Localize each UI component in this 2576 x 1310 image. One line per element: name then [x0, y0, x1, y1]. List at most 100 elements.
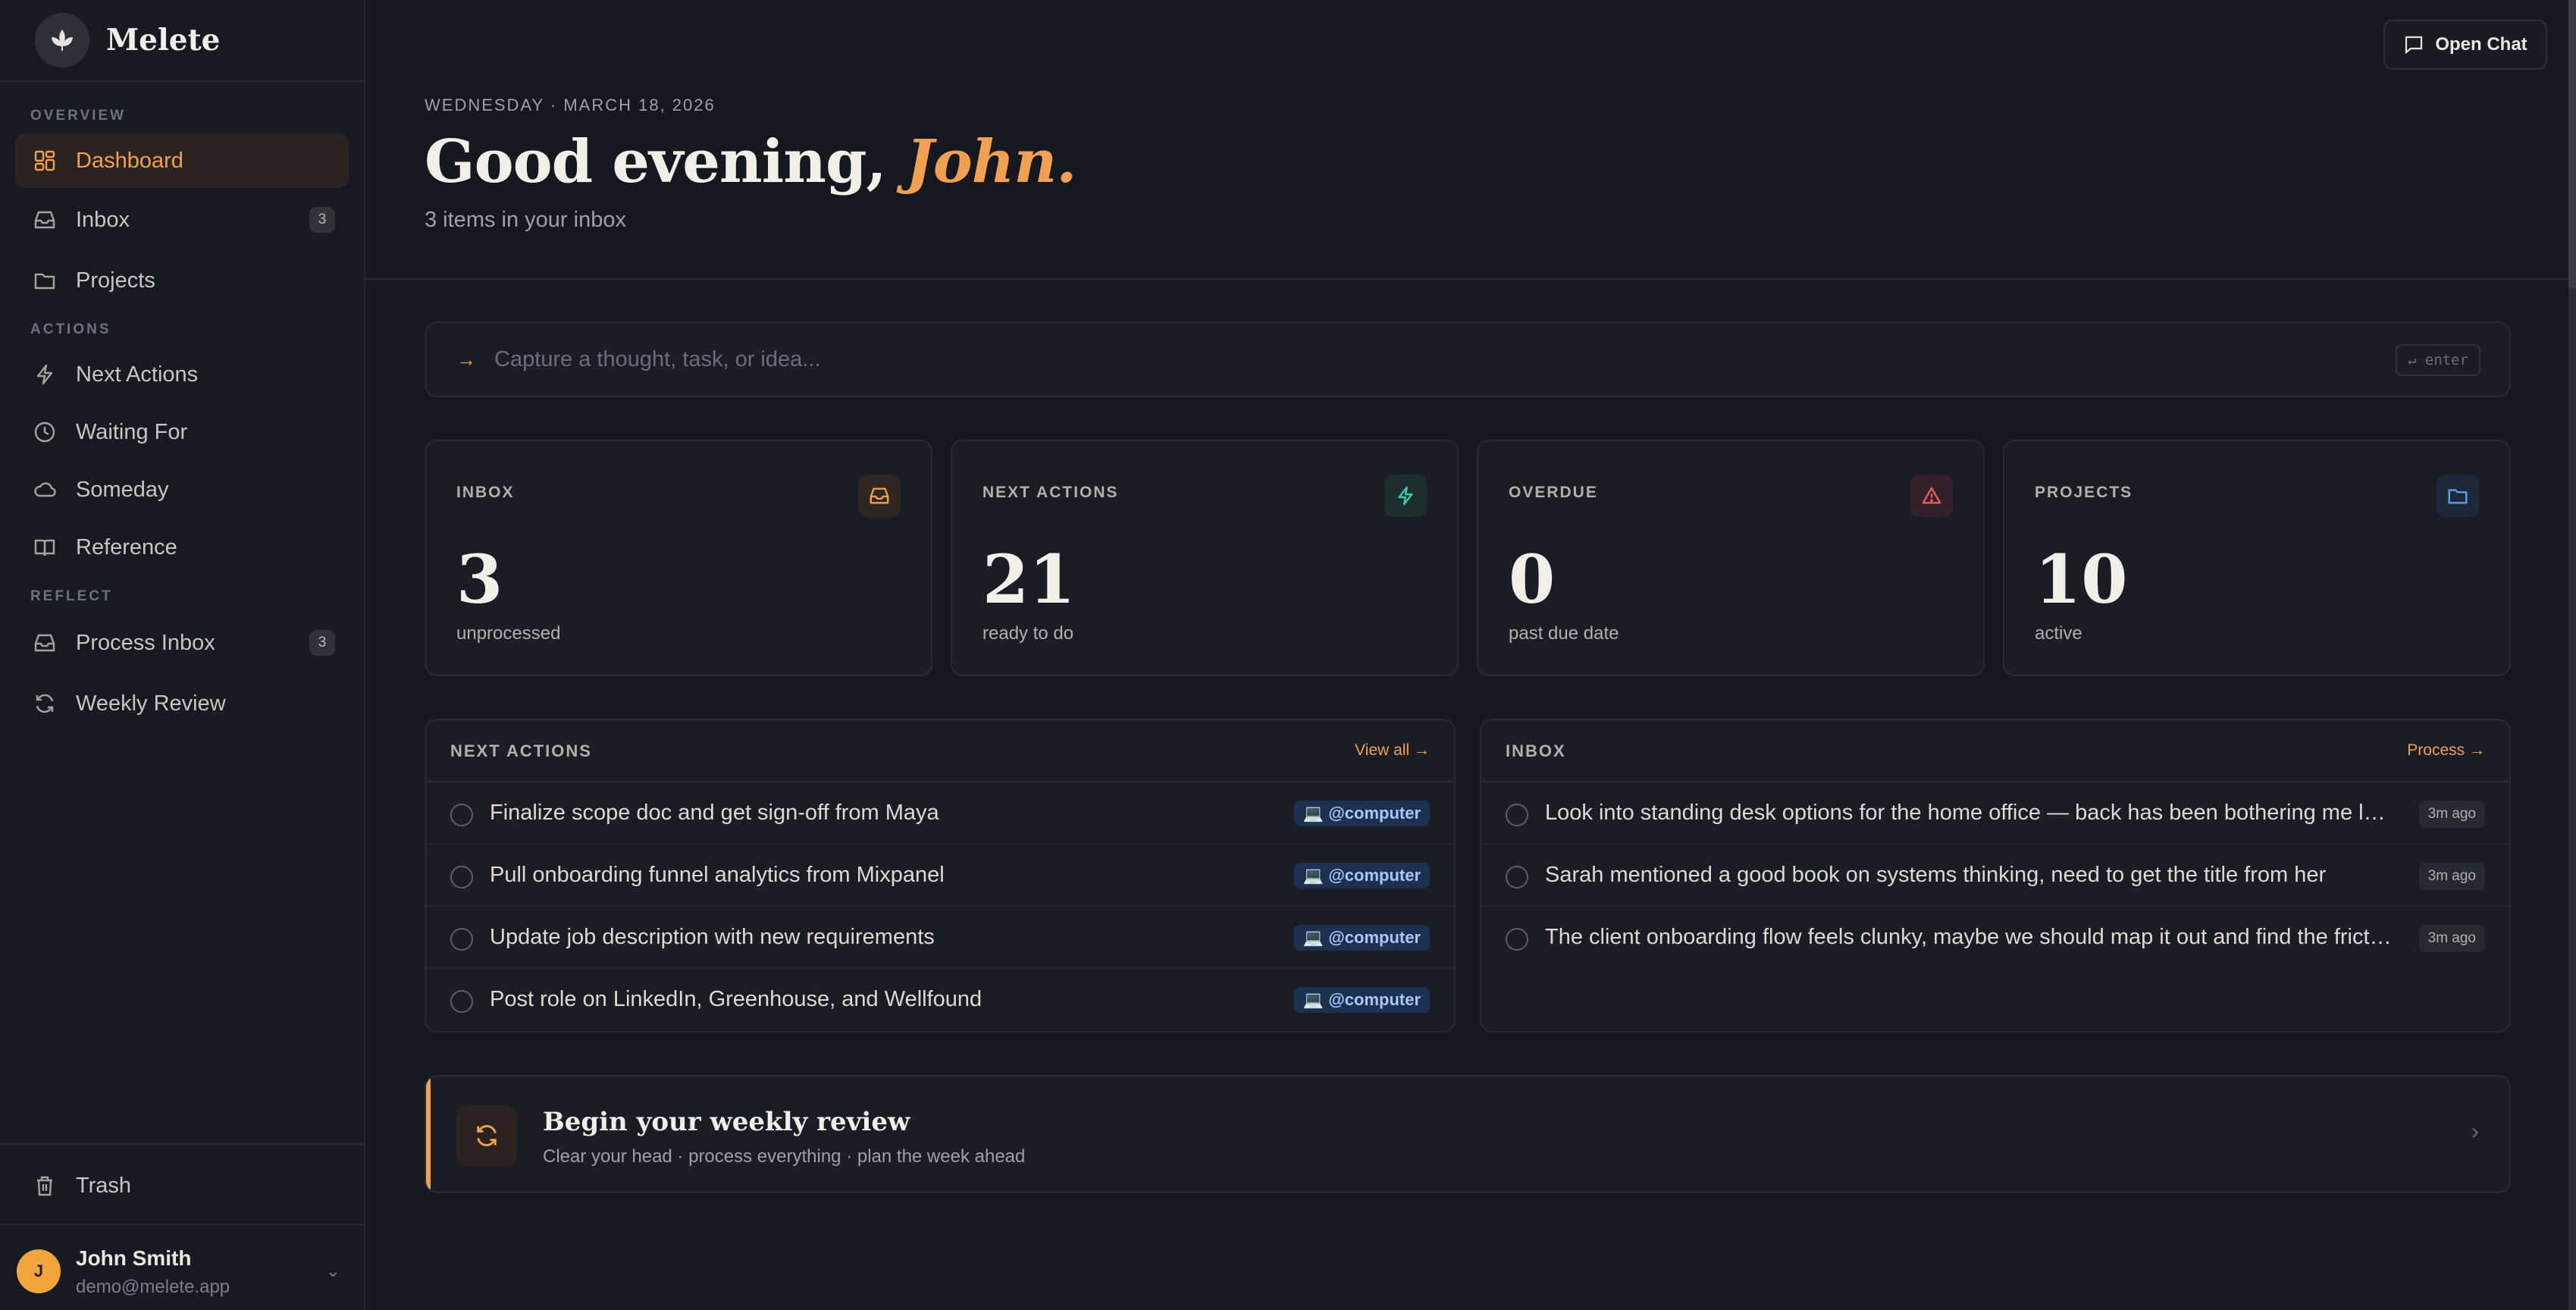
capture-box[interactable]: → ↵ enter [425, 321, 2511, 397]
stat-card-next-actions[interactable]: NEXT ACTIONS 21 ready to do [951, 440, 1459, 676]
section-label-overview: OVERVIEW [30, 108, 127, 124]
sidebar-item-waiting-for[interactable]: Waiting For [15, 405, 349, 459]
sidebar-item-label: Weekly Review [76, 691, 226, 716]
list-item[interactable]: The client onboarding flow feels clunky,… [1481, 907, 2509, 969]
item-checkbox[interactable] [1506, 804, 1528, 826]
next-actions-panel: NEXT ACTIONS View all → Finalize scope d… [425, 719, 1456, 1033]
stat-sub: past due date [1509, 623, 1619, 644]
inbox-icon [32, 207, 58, 233]
inbox-icon [858, 475, 901, 517]
sidebar-item-label: Reference [76, 534, 177, 559]
view-all-link[interactable]: View all → [1355, 741, 1430, 760]
sidebar-item-trash[interactable]: Trash [15, 1158, 349, 1213]
process-inbox-count-badge: 3 [309, 630, 335, 656]
alert-icon [1910, 475, 1953, 517]
divider [365, 278, 2576, 280]
scrollbar[interactable] [2568, 0, 2576, 1310]
scroll-thumb[interactable] [2568, 0, 2576, 288]
stat-label: PROJECTS [2035, 484, 2133, 501]
list-item[interactable]: Post role on LinkedIn, Greenhouse, and W… [426, 969, 1454, 1031]
date-line: WEDNESDAY · MARCH 18, 2026 [425, 96, 716, 114]
stat-card-overdue[interactable]: OVERDUE 0 past due date [1477, 440, 1985, 676]
sidebar-item-label: Trash [76, 1173, 132, 1198]
section-label-reflect: REFLECT [30, 588, 113, 604]
inbox-count-badge: 3 [309, 207, 335, 233]
stat-sub: unprocessed [456, 623, 561, 644]
task-checkbox[interactable] [450, 990, 473, 1013]
stat-value: 3 [456, 540, 503, 619]
list-item[interactable]: Finalize scope doc and get sign-off from… [426, 782, 1454, 845]
context-tag[interactable]: 💻 @computer [1293, 987, 1430, 1013]
sidebar-item-reference[interactable]: Reference [15, 520, 349, 575]
list-item[interactable]: Sarah mentioned a good book on systems t… [1481, 845, 2509, 907]
review-title: Begin your weekly review [543, 1107, 910, 1137]
sidebar-item-label: Next Actions [76, 362, 199, 387]
inbox-item-text: Sarah mentioned a good book on systems t… [1545, 863, 2327, 887]
task-checkbox[interactable] [450, 866, 473, 888]
list-item[interactable]: Pull onboarding funnel analytics from Mi… [426, 845, 1454, 907]
chevron-down-icon[interactable]: ⌄ [326, 1261, 340, 1281]
capture-input[interactable] [494, 346, 2314, 372]
list-item[interactable]: Look into standing desk options for the … [1481, 782, 2509, 845]
main-content: Open Chat WEDNESDAY · MARCH 18, 2026 Goo… [365, 0, 2576, 1310]
item-checkbox[interactable] [1506, 928, 1528, 951]
stat-sub: ready to do [982, 623, 1074, 644]
section-label-actions: ACTIONS [30, 321, 111, 337]
avatar[interactable]: J [17, 1249, 61, 1293]
stat-label: NEXT ACTIONS [982, 484, 1119, 501]
timestamp-badge: 3m ago [2418, 863, 2485, 890]
book-icon [32, 534, 58, 560]
sidebar-item-label: Inbox [76, 207, 130, 232]
list-item[interactable]: Update job description with new requirem… [426, 907, 1454, 969]
process-link[interactable]: Process → [2407, 741, 2485, 760]
sidebar-item-someday[interactable]: Someday [15, 462, 349, 517]
laptop-icon: 💻 [1302, 928, 1324, 947]
context-tag[interactable]: 💻 @computer [1293, 863, 1430, 888]
tag-label: @computer [1328, 866, 1421, 885]
task-text: Finalize scope doc and get sign-off from… [490, 801, 939, 825]
tag-label: @computer [1328, 928, 1421, 947]
sidebar-item-label: Someday [76, 477, 169, 502]
enter-hint: ↵ enter [2395, 344, 2480, 376]
open-chat-button[interactable]: Open Chat [2383, 20, 2547, 70]
task-checkbox[interactable] [450, 928, 473, 951]
sidebar-item-process-inbox[interactable]: Process Inbox 3 [15, 616, 349, 670]
app-name: Melete [106, 23, 221, 58]
context-tag[interactable]: 💻 @computer [1293, 801, 1430, 826]
sidebar-item-label: Process Inbox [76, 630, 215, 655]
laptop-icon: 💻 [1302, 990, 1324, 1009]
brand[interactable]: Melete [0, 0, 364, 82]
panel-header: NEXT ACTIONS View all → [426, 720, 1454, 782]
chevron-right-icon: › [2471, 1119, 2479, 1144]
inbox-item-text: The client onboarding flow feels clunky,… [1545, 925, 2394, 949]
sidebar-item-label: Projects [76, 268, 155, 293]
sidebar: Melete OVERVIEW Dashboard Inbox 3 Projec… [0, 0, 365, 1310]
sidebar-item-next-actions[interactable]: Next Actions [15, 347, 349, 402]
timestamp-badge: 3m ago [2418, 925, 2485, 952]
task-text: Update job description with new requirem… [490, 925, 935, 949]
item-checkbox[interactable] [1506, 866, 1528, 888]
sidebar-item-inbox[interactable]: Inbox 3 [15, 193, 349, 247]
open-chat-label: Open Chat [2435, 34, 2527, 55]
greeting-text: Good evening, [425, 127, 887, 196]
sidebar-item-label: Waiting For [76, 419, 188, 444]
stat-value: 21 [982, 540, 1076, 619]
weekly-review-banner[interactable]: Begin your weekly review Clear your head… [425, 1075, 2511, 1193]
stat-label: OVERDUE [1509, 484, 1598, 501]
context-tag[interactable]: 💻 @computer [1293, 925, 1430, 951]
laptop-icon: 💻 [1302, 804, 1324, 823]
task-checkbox[interactable] [450, 804, 473, 826]
sidebar-item-weekly-review[interactable]: Weekly Review [15, 676, 349, 731]
stat-card-projects[interactable]: PROJECTS 10 active [2003, 440, 2511, 676]
stat-card-inbox[interactable]: INBOX 3 unprocessed [425, 440, 932, 676]
user-email: demo@melete.app [76, 1277, 230, 1297]
divider [0, 1224, 364, 1225]
cloud-icon [32, 477, 58, 503]
greeting-name: John. [905, 127, 1077, 196]
sidebar-item-dashboard[interactable]: Dashboard [15, 133, 349, 188]
sidebar-item-projects[interactable]: Projects [15, 253, 349, 308]
folder-icon [32, 268, 58, 293]
user-name: John Smith [76, 1246, 192, 1270]
divider [0, 1143, 364, 1145]
leaf-logo-icon [35, 13, 89, 67]
